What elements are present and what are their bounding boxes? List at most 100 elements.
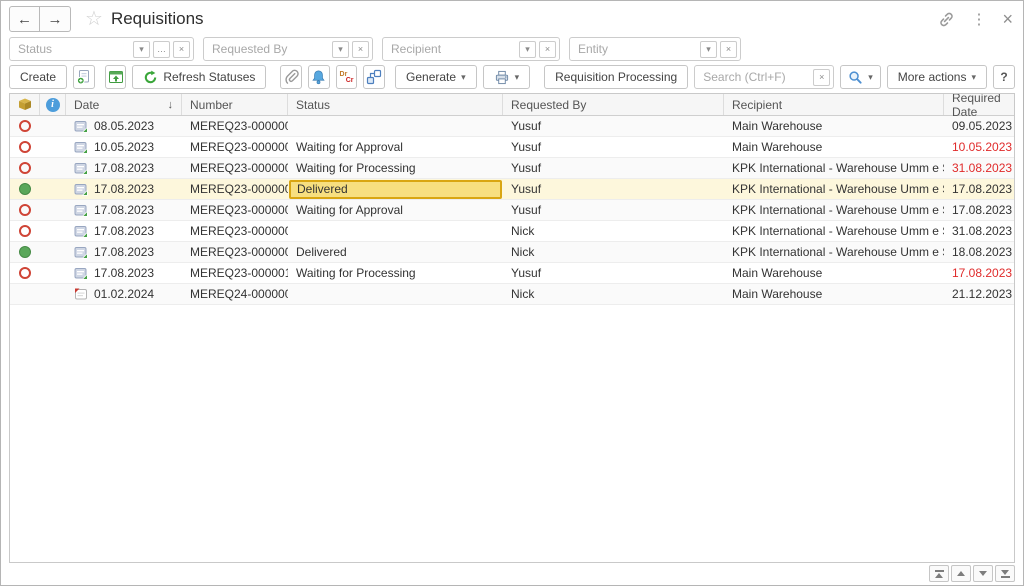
- table-view-button[interactable]: [105, 65, 127, 89]
- copy-document-button[interactable]: [73, 65, 95, 89]
- column-header-info[interactable]: i: [40, 94, 66, 115]
- more-actions-button[interactable]: More actions ▾: [887, 65, 987, 89]
- attachment-button[interactable]: [280, 65, 302, 89]
- date-cell[interactable]: 01.02.2024: [66, 284, 182, 304]
- status-filter-dropdown-icon[interactable]: ▾: [133, 41, 150, 58]
- number-cell[interactable]: MEREQ24-0000001: [182, 284, 288, 304]
- status-filter-input[interactable]: [18, 42, 130, 56]
- search-clear-icon[interactable]: ×: [813, 69, 830, 86]
- scroll-to-top-button[interactable]: [929, 565, 949, 582]
- date-cell[interactable]: 08.05.2023: [66, 116, 182, 136]
- number-cell[interactable]: MEREQ23-0000009: [182, 242, 288, 262]
- number-cell[interactable]: MEREQ23-0000008: [182, 221, 288, 241]
- focused-cell[interactable]: Delivered: [289, 180, 502, 199]
- entity-filter[interactable]: ▾ ×: [569, 37, 741, 61]
- status-filter-ellipsis-icon[interactable]: …: [153, 41, 170, 58]
- status-cell[interactable]: Waiting for Approval: [288, 137, 503, 157]
- table-row[interactable]: 17.08.2023MEREQ23-0000009DeliveredNickKP…: [10, 242, 1014, 263]
- status-cell[interactable]: [288, 221, 503, 241]
- more-menu-icon[interactable]: ⋮: [971, 10, 986, 28]
- debit-credit-button[interactable]: Dr Cr: [336, 65, 358, 89]
- help-button[interactable]: ?: [993, 65, 1015, 89]
- recipient-filter[interactable]: ▾ ×: [382, 37, 560, 61]
- requested-by-cell[interactable]: Yusuf: [503, 137, 724, 157]
- search-field[interactable]: ×: [694, 65, 834, 89]
- date-cell[interactable]: 17.08.2023: [66, 158, 182, 178]
- recipient-cell[interactable]: KPK International - Warehouse Umm e Suqq…: [724, 158, 944, 178]
- column-header-date[interactable]: Date ↓: [66, 94, 182, 115]
- column-header-number[interactable]: Number: [182, 94, 288, 115]
- status-cell[interactable]: Waiting for Processing: [288, 158, 503, 178]
- related-documents-button[interactable]: [363, 65, 385, 89]
- table-row[interactable]: 08.05.2023MEREQ23-0000001YusufMain Wareh…: [10, 116, 1014, 137]
- recipient-cell[interactable]: Main Warehouse: [724, 137, 944, 157]
- requested-by-cell[interactable]: Nick: [503, 284, 724, 304]
- refresh-statuses-button[interactable]: Refresh Statuses: [132, 65, 266, 89]
- delivery-state-cell[interactable]: [10, 137, 40, 157]
- scroll-to-bottom-button[interactable]: [995, 565, 1015, 582]
- info-cell[interactable]: [40, 284, 66, 304]
- info-cell[interactable]: [40, 221, 66, 241]
- recipient-cell[interactable]: Main Warehouse: [724, 284, 944, 304]
- recipient-cell[interactable]: Main Warehouse: [724, 116, 944, 136]
- delivery-state-cell[interactable]: [10, 221, 40, 241]
- requested-by-cell[interactable]: Nick: [503, 221, 724, 241]
- recipient-filter-clear-icon[interactable]: ×: [539, 41, 556, 58]
- generate-button[interactable]: Generate ▾: [395, 65, 477, 89]
- table-row[interactable]: 01.02.2024MEREQ24-0000001 NickMain Wareho…: [10, 284, 1014, 305]
- number-cell[interactable]: MEREQ23-0000001: [182, 116, 288, 136]
- required-date-cell[interactable]: 17.08.2023: [944, 200, 1015, 220]
- entity-filter-input[interactable]: [578, 42, 697, 56]
- info-cell[interactable]: [40, 179, 66, 199]
- column-header-delivery-state[interactable]: [10, 94, 40, 115]
- scroll-up-button[interactable]: [951, 565, 971, 582]
- date-cell[interactable]: 10.05.2023: [66, 137, 182, 157]
- date-cell[interactable]: 17.08.2023: [66, 242, 182, 262]
- requested-by-cell[interactable]: Yusuf: [503, 200, 724, 220]
- requested-by-cell[interactable]: Nick: [503, 242, 724, 262]
- status-cell[interactable]: Delivered: [288, 179, 503, 199]
- status-cell[interactable]: Delivered: [288, 242, 503, 262]
- delivery-state-cell[interactable]: [10, 179, 40, 199]
- status-filter[interactable]: ▾ … ×: [9, 37, 194, 61]
- required-date-cell[interactable]: 31.08.2023: [944, 158, 1015, 178]
- scroll-down-button[interactable]: [973, 565, 993, 582]
- date-cell[interactable]: 17.08.2023: [66, 221, 182, 241]
- required-date-cell[interactable]: 17.08.2023: [944, 179, 1015, 199]
- table-row[interactable]: 17.08.2023MEREQ23-0000006DeliveredYusufK…: [10, 179, 1014, 200]
- required-date-cell[interactable]: 31.08.2023: [944, 221, 1015, 241]
- delivery-state-cell[interactable]: [10, 200, 40, 220]
- info-cell[interactable]: [40, 242, 66, 262]
- recipient-cell[interactable]: Main Warehouse: [724, 263, 944, 283]
- status-cell[interactable]: [288, 284, 503, 304]
- requested-by-filter[interactable]: ▾ ×: [203, 37, 373, 61]
- info-cell[interactable]: [40, 263, 66, 283]
- entity-filter-dropdown-icon[interactable]: ▾: [700, 41, 717, 58]
- requested-by-filter-clear-icon[interactable]: ×: [352, 41, 369, 58]
- forward-button[interactable]: →: [40, 6, 71, 32]
- favorite-star-icon[interactable]: ☆: [85, 9, 103, 29]
- notifications-button[interactable]: [308, 65, 330, 89]
- delivery-state-cell[interactable]: [10, 158, 40, 178]
- requested-by-filter-dropdown-icon[interactable]: ▾: [332, 41, 349, 58]
- delivery-state-cell[interactable]: [10, 242, 40, 262]
- info-cell[interactable]: [40, 116, 66, 136]
- recipient-cell[interactable]: KPK International - Warehouse Umm e Suqq…: [724, 221, 944, 241]
- info-cell[interactable]: [40, 158, 66, 178]
- required-date-cell[interactable]: 18.08.2023: [944, 242, 1015, 262]
- entity-filter-clear-icon[interactable]: ×: [720, 41, 737, 58]
- search-options-button[interactable]: ▾: [840, 65, 881, 89]
- required-date-cell[interactable]: 21.12.2023: [944, 284, 1015, 304]
- column-header-required-date[interactable]: Required Date: [944, 94, 1014, 115]
- back-button[interactable]: ←: [9, 6, 40, 32]
- required-date-cell[interactable]: 09.05.2023: [944, 116, 1015, 136]
- requisition-processing-button[interactable]: Requisition Processing: [544, 65, 688, 89]
- table-row[interactable]: 17.08.2023MEREQ23-0000007Waiting for App…: [10, 200, 1014, 221]
- requested-by-filter-input[interactable]: [212, 42, 329, 56]
- requested-by-cell[interactable]: Yusuf: [503, 263, 724, 283]
- requested-by-cell[interactable]: Yusuf: [503, 179, 724, 199]
- column-header-recipient[interactable]: Recipient: [724, 94, 944, 115]
- search-input[interactable]: [703, 70, 810, 84]
- number-cell[interactable]: MEREQ23-0000002: [182, 137, 288, 157]
- requested-by-cell[interactable]: Yusuf: [503, 158, 724, 178]
